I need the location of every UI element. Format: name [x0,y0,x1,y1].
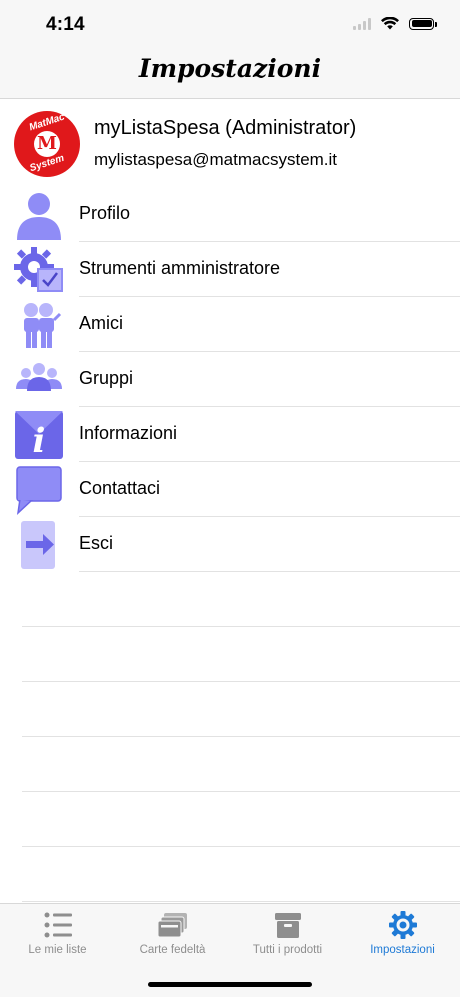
list-icon [44,912,72,938]
cellular-signal-icon [353,17,371,30]
menu-item-contattaci[interactable]: Contattaci [0,462,460,517]
menu-item-amici[interactable]: Amici [0,297,460,352]
menu-item-label: Informazioni [79,423,178,443]
tab-tutti-i-prodotti[interactable]: Tutti i prodotti [230,904,345,964]
tab-bar: Le mie liste Carte fedeltà Tutti i prodo… [0,903,460,997]
divider [22,901,460,902]
status-bar: 4:14 [0,0,460,50]
tab-label: Le mie liste [28,944,87,956]
tab-label: Carte fedeltà [139,944,206,956]
menu-item-label: Amici [79,313,123,333]
empty-row [0,737,460,792]
battery-icon [409,17,437,30]
account-email: mylistaspesa@matmacsystem.it [94,150,338,169]
chat-bubble-icon [16,466,62,515]
logo-letter: M [37,133,57,154]
page-title: Impostazioni [138,54,322,83]
empty-row [0,572,460,627]
groups-icon [16,363,62,391]
menu-item-informazioni[interactable]: i Informazioni [0,407,460,462]
logo-emblem: M [34,131,60,157]
navigation-bar: Impostazioni [0,50,460,99]
tab-impostazioni[interactable]: Impostazioni [345,904,460,964]
empty-row [0,682,460,737]
cards-icon [158,913,187,938]
svg-text:i: i [33,421,46,460]
friends-icon [24,303,62,348]
empty-row [0,847,460,902]
profile-icon [17,193,61,240]
menu-item-gruppi[interactable]: Gruppi [0,352,460,407]
archive-box-icon [275,913,301,938]
menu-item-label: Gruppi [79,368,134,388]
info-icon: i [15,411,63,460]
tab-carte-fedelta[interactable]: Carte fedeltà [115,904,230,964]
menu-item-label: Contattaci [79,478,161,498]
settings-menu: Profilo Strumenti amministratore Amici G… [0,187,460,902]
wifi-icon [381,17,399,30]
empty-row [0,627,460,682]
account-name: myListaSpesa (Administrator) [94,117,357,139]
menu-item-label: Profilo [79,203,131,223]
menu-item-label: Strumenti amministratore [79,258,281,278]
menu-item-strumenti-amministratore[interactable]: Strumenti amministratore [0,242,460,297]
gear-icon [389,911,417,939]
tab-label: Tutti i prodotti [252,944,323,956]
empty-row [0,792,460,847]
status-icons [353,17,437,30]
account-header: MatMac M System myListaSpesa (Administra… [0,99,460,187]
tab-le-mie-liste[interactable]: Le mie liste [0,904,115,964]
company-logo: MatMac M System [14,111,80,177]
menu-item-label: Esci [79,533,114,553]
logout-icon [21,521,55,569]
menu-item-profilo[interactable]: Profilo [0,187,460,242]
admin-tools-icon [14,247,63,292]
menu-item-esci[interactable]: Esci [0,517,460,572]
tab-label: Impostazioni [370,944,435,956]
home-indicator [148,982,312,987]
status-time: 4:14 [46,14,85,35]
